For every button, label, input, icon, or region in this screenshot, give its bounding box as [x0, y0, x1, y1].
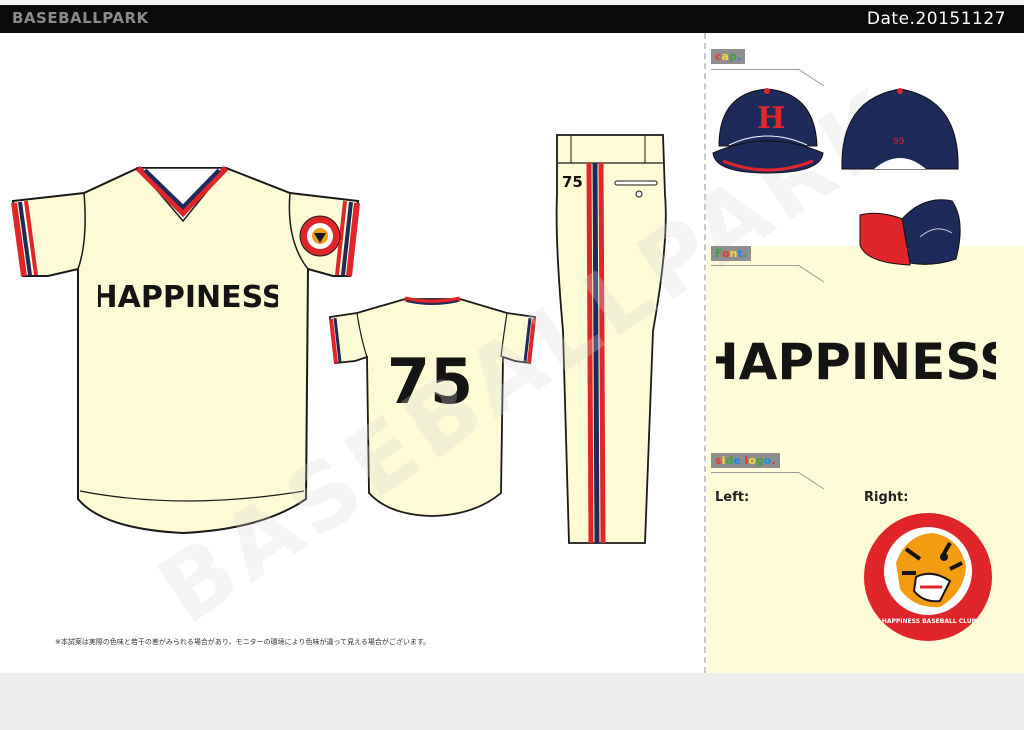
tiger-badge-text: HAPPINESS BASEBALL CLUB: [881, 618, 977, 625]
header-bar: BASEBALLPARK Date.20151127: [0, 5, 1024, 33]
svg-text:75: 75: [387, 345, 473, 411]
side-logo-leader-diagonal: [798, 471, 825, 490]
cap-leader-line: [711, 69, 799, 70]
font-sample: HAPPINESS: [716, 333, 996, 391]
jersey-front: [11, 165, 360, 535]
date-label: Date.20151127: [866, 9, 1006, 29]
jersey-back-number: 75: [387, 345, 473, 411]
section-divider: [704, 33, 706, 673]
side-logo-leader-line: [711, 472, 799, 473]
right-label: Right:: [864, 490, 909, 505]
svg-text:HAPPINESS: HAPPINESS: [98, 280, 278, 315]
pants: [555, 134, 667, 544]
design-canvas: HAPPINESS 75 75 BASEBALLPARK cap. H 99 F…: [0, 33, 1024, 673]
pants-number: 75: [562, 173, 583, 191]
side-logo-section-tag: side logo.: [711, 453, 780, 468]
cap-back-number: 99: [893, 137, 905, 147]
brand-logo: BASEBALLPARK: [12, 9, 149, 27]
disclaimer-footnote: ※本試案は実際の色味と若干の差がみられる場合があり、モニターの環境により色味が違…: [55, 638, 431, 646]
jersey-front-text: HAPPINESS: [98, 280, 278, 315]
cap-side: [859, 199, 961, 266]
font-section-tag: Font.: [711, 246, 751, 261]
bottom-margin: [0, 673, 1024, 730]
cap-front-letter: H: [757, 101, 786, 136]
cap-section-tag: cap.: [711, 49, 746, 64]
svg-text:HAPPINESS: HAPPINESS: [716, 333, 996, 391]
cap-front: [712, 88, 824, 174]
font-leader-line: [711, 265, 799, 266]
left-label: Left:: [715, 490, 750, 505]
font-leader-diagonal: [798, 264, 825, 283]
